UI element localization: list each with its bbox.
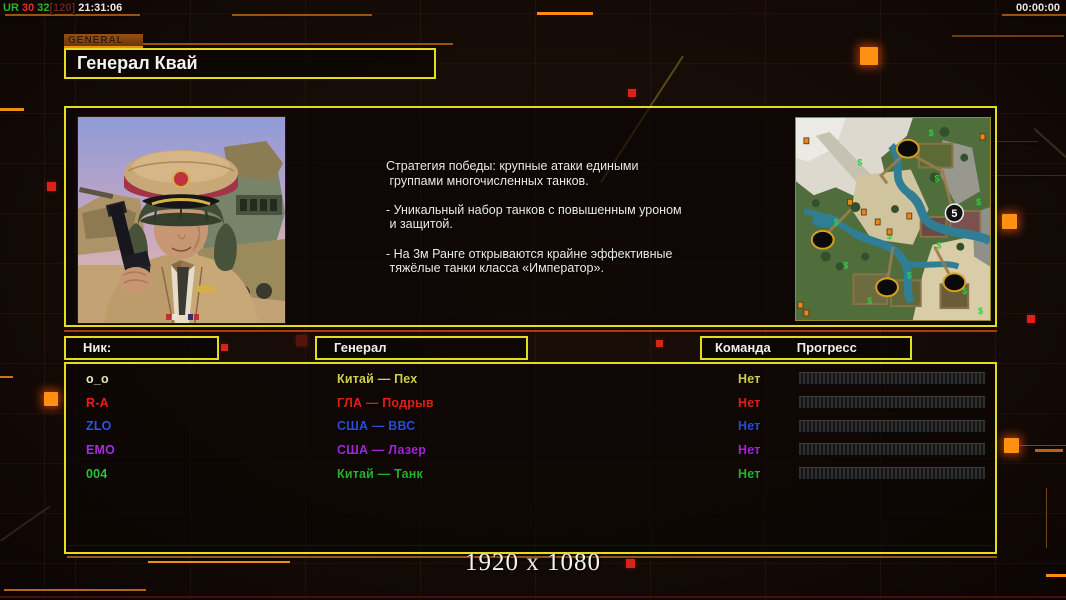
svg-text:$: $ — [867, 296, 872, 306]
players-panel: o_o Китай — Пех Нет R-A ГЛА — Подрыв Нет… — [64, 362, 997, 554]
decor-glow — [860, 47, 878, 65]
player-progress-bar — [799, 372, 985, 385]
map-preview-image: $$$ $$$ $$$ $$$ 5 — [794, 116, 992, 322]
decor-line — [98, 43, 453, 45]
decor-line — [0, 596, 1066, 598]
player-nick: R-A — [86, 395, 109, 410]
svg-text:$: $ — [834, 217, 839, 227]
decor-line — [1035, 449, 1063, 452]
general-title: Генерал Квай — [77, 53, 198, 73]
decor-glow — [1004, 438, 1019, 453]
player-team: Нет — [738, 395, 761, 410]
header-nick-label: Ник: — [83, 340, 112, 355]
decor-line — [537, 12, 593, 15]
player-team: Нет — [738, 443, 761, 458]
player-team: Нет — [738, 467, 761, 482]
player-general: США — Лазер — [337, 443, 427, 458]
player-rows: o_o Китай — Пех Нет R-A ГЛА — Подрыв Нет… — [66, 367, 995, 486]
strategy-text: Стратегия победы: крупные атаки едиными … — [386, 159, 682, 276]
decor-red — [296, 335, 307, 346]
player-general: ГЛА — Подрыв — [337, 395, 434, 410]
debug-value-1: 30 — [18, 2, 35, 14]
player-row: R-A ГЛА — Подрыв Нет — [66, 391, 995, 415]
decor-glow — [44, 392, 58, 406]
loading-screen: UR 30 32[120] 21:31:06 00:00:00 GENERAL … — [0, 0, 1066, 600]
svg-text:$: $ — [857, 158, 862, 168]
general-portrait-image — [77, 116, 286, 324]
decor-line — [1002, 14, 1066, 16]
debug-clock: 21:31:06 — [75, 2, 123, 14]
debug-bracket: [120] — [49, 2, 76, 14]
debug-ur: UR — [3, 2, 19, 14]
player-row: o_o Китай — Пех Нет — [66, 367, 995, 391]
player-row: ZLO США — ВВС Нет — [66, 415, 995, 439]
decor-diag — [1033, 128, 1066, 171]
decor-glow — [1002, 214, 1017, 229]
resolution-label: 1920 x 1080 — [465, 549, 601, 576]
player-nick: EMO — [86, 443, 116, 458]
decor-diag — [0, 505, 51, 542]
decor-line — [990, 175, 1066, 176]
header-nick: Ник: — [64, 336, 219, 360]
svg-text:$: $ — [935, 173, 940, 183]
player-nick: 004 — [86, 467, 108, 482]
header-progress-label: Прогресс — [796, 340, 857, 355]
player-progress-bar — [799, 395, 985, 409]
general-title-box: Генерал Квай — [64, 48, 436, 79]
player-row: EMO США — Лазер Нет — [66, 438, 995, 462]
decor-line — [4, 589, 146, 591]
decor-line — [232, 14, 372, 16]
decor-red — [221, 344, 228, 351]
general-tab: GENERAL — [64, 34, 143, 48]
header-team-progress: Команда Прогресс — [700, 336, 912, 360]
player-general: Китай — Танк — [337, 467, 423, 482]
player-count-badge: 5 — [944, 203, 965, 223]
svg-text:$: $ — [907, 270, 912, 280]
player-general: США — ВВС — [337, 419, 416, 434]
svg-text:$: $ — [929, 128, 934, 138]
header-general: Генерал — [315, 336, 528, 360]
decor-red — [47, 182, 56, 191]
player-team: Нет — [738, 371, 761, 386]
debug-value-2: 32 — [34, 2, 50, 14]
decor-line — [952, 35, 1064, 37]
decor-blue-line — [68, 545, 993, 546]
match-timer: 00:00:00 — [1015, 2, 1060, 14]
decor-line — [0, 376, 13, 378]
player-general: Китай — Пех — [337, 371, 418, 386]
svg-text:5: 5 — [951, 208, 957, 220]
header-team-label: Команда — [715, 340, 771, 355]
header-general-label: Генерал — [334, 340, 387, 355]
debug-readout: UR 30 32[120] 21:31:06 — [3, 2, 122, 14]
svg-text:$: $ — [976, 197, 981, 207]
decor-line — [64, 330, 997, 332]
decor-red — [1027, 315, 1035, 323]
player-nick: o_o — [86, 371, 109, 386]
player-team: Нет — [738, 419, 761, 434]
player-nick: ZLO — [86, 419, 112, 434]
decor-line — [0, 108, 24, 111]
general-info-panel: Стратегия победы: крупные атаки едиными … — [64, 106, 997, 327]
svg-text:$: $ — [978, 306, 983, 316]
decor-red — [628, 89, 636, 97]
player-progress-bar — [799, 467, 985, 481]
decor-red — [656, 340, 663, 347]
player-progress-bar — [799, 419, 985, 433]
svg-text:$: $ — [937, 241, 942, 251]
general-figure — [104, 150, 258, 323]
decor-line — [5, 14, 140, 16]
player-progress-bar — [799, 443, 985, 457]
decor-line — [1046, 488, 1047, 548]
svg-text:$: $ — [844, 260, 849, 270]
decor-line — [1012, 445, 1066, 446]
player-row: 004 Китай — Танк Нет — [66, 462, 995, 486]
